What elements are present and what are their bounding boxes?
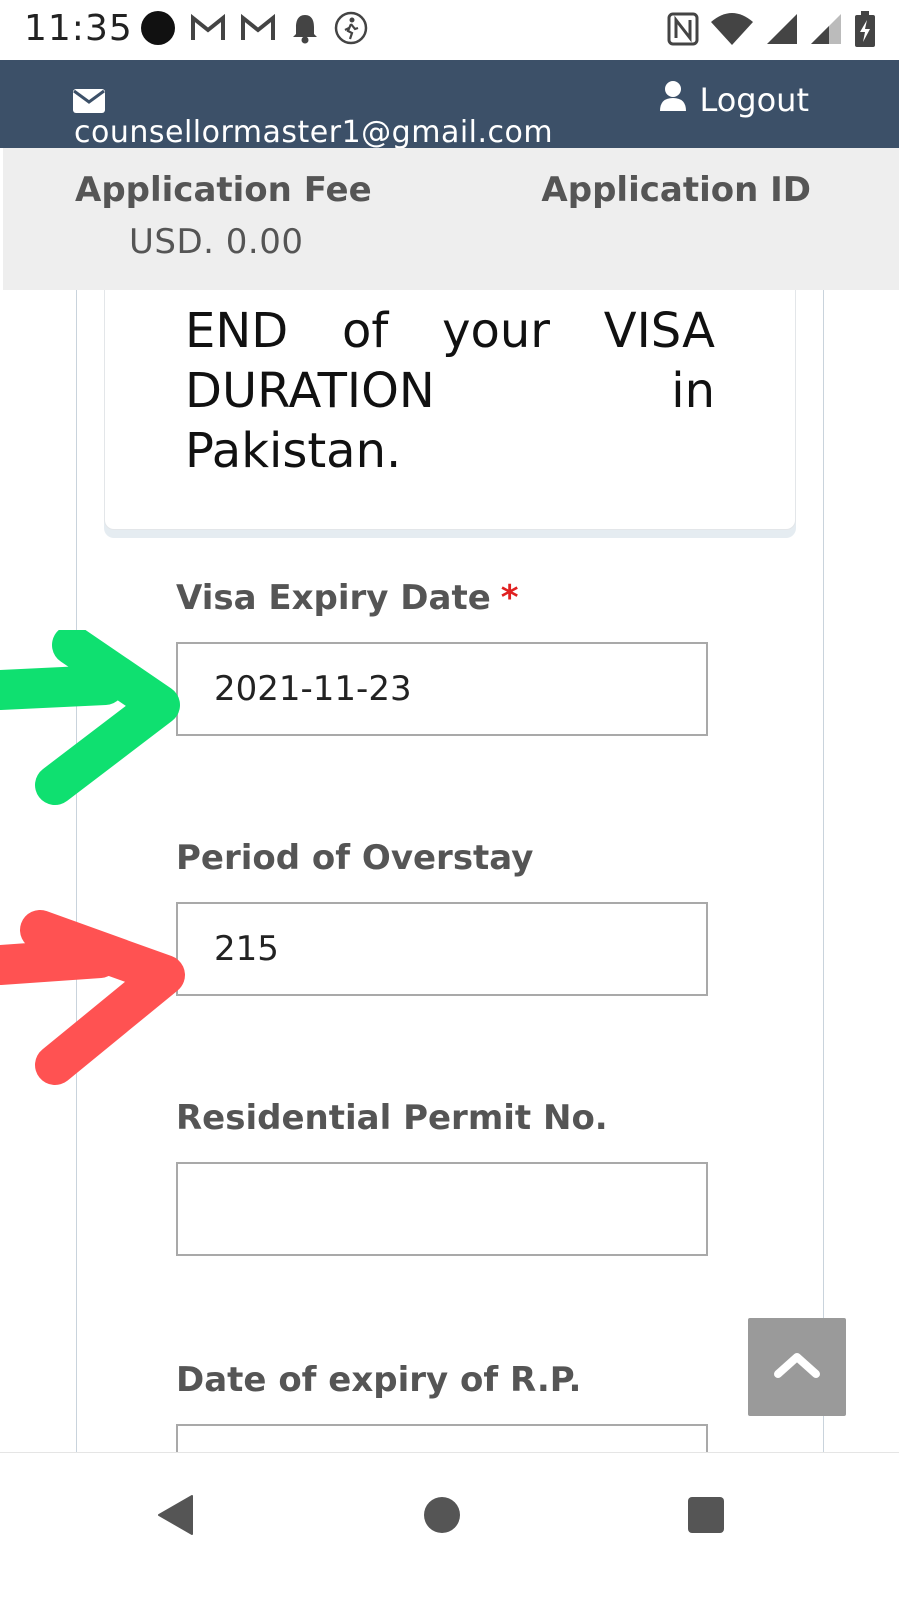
visa-expiry-label: Visa Expiry Date * [176,578,519,618]
rp-expiry-label: Date of expiry of R.P. [176,1360,582,1400]
back-icon[interactable] [156,1493,196,1541]
overstay-label: Period of Overstay [176,838,534,878]
mail-icon [72,88,106,118]
wifi-icon [709,12,755,46]
walk-icon [334,11,368,45]
application-id-label: Application ID [541,170,811,210]
home-icon[interactable] [422,1493,462,1541]
visa-expiry-input[interactable] [176,642,708,736]
user-icon [659,80,687,120]
logout-button[interactable]: Logout [659,80,809,120]
gmail-icon [190,13,226,43]
bell-icon [290,12,320,44]
status-time: 11:35 [24,8,133,49]
recents-icon[interactable] [686,1493,726,1541]
overstay-input[interactable] [176,902,708,996]
signal-icon [809,12,843,46]
chevron-up-icon [772,1350,822,1384]
status-bar: 11:35 [0,0,899,60]
required-marker: * [500,578,519,618]
application-fee-label: Application Fee [75,170,372,210]
user-email[interactable]: counsellormaster1@gmail.com [74,118,553,148]
battery-charging-icon [853,10,877,48]
green-arrow-icon [0,630,180,805]
application-fee-value: USD. 0.00 [129,222,304,262]
scroll-to-top-button[interactable] [748,1318,846,1416]
permit-input[interactable] [176,1162,708,1256]
app-header: counsellormaster1@gmail.com Logout [0,60,899,148]
visa-expiry-label-text: Visa Expiry Date [176,578,491,618]
status-right-icons [667,10,877,48]
system-nav-bar [0,1452,899,1600]
red-arrow-icon [0,910,185,1085]
logout-label: Logout [699,81,809,119]
visa-note-text: END of your VISA DURATION in Pakistan. [185,303,715,479]
record-dot-icon [140,10,176,46]
form-content[interactable]: END of your VISA DURATION in Pakistan. V… [0,290,899,1480]
nfc-icon [667,12,699,46]
visa-note-card: END of your VISA DURATION in Pakistan. [104,290,796,530]
permit-label: Residential Permit No. [176,1098,608,1138]
status-left-icons [140,10,368,46]
gmail-icon [240,13,276,43]
signal-icon [765,12,799,46]
application-fee-bar: Application Fee USD. 0.00 Application ID [3,148,899,290]
